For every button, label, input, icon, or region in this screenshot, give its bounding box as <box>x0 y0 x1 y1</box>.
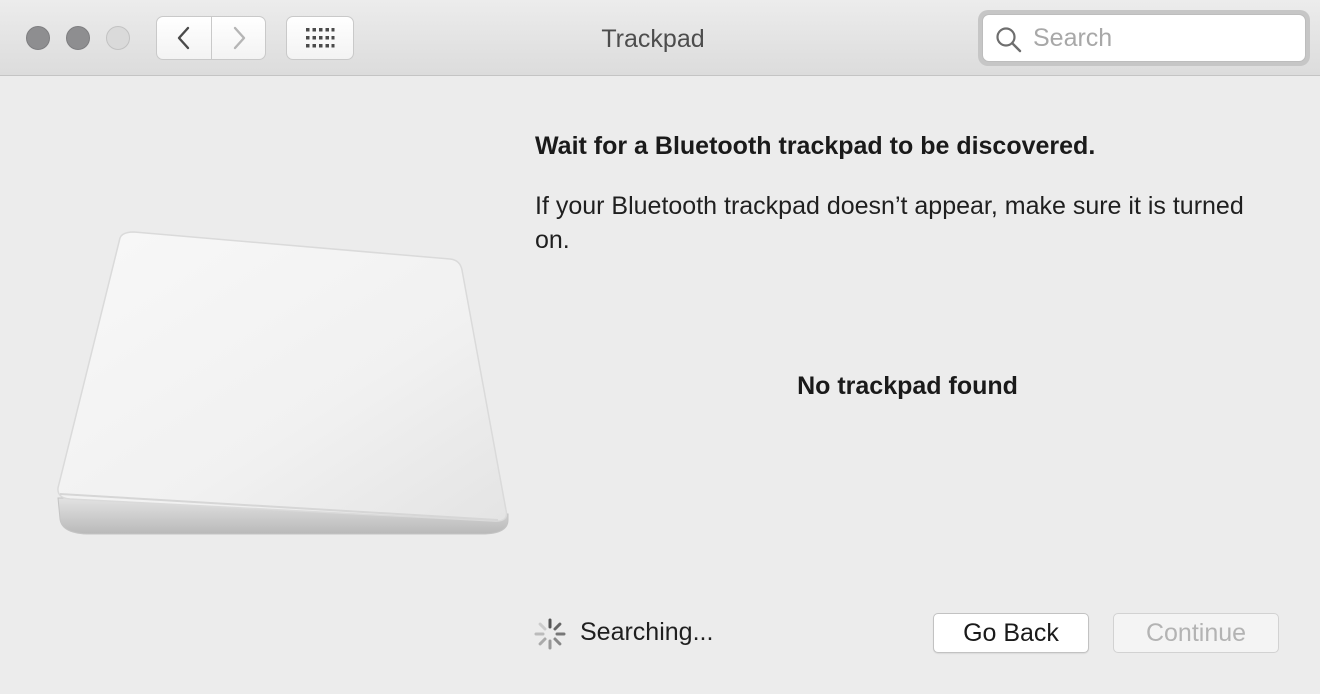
trackpad-image <box>57 231 509 535</box>
instruction-text: If your Bluetooth trackpad doesn’t appea… <box>535 192 1244 254</box>
spinner-icon <box>534 618 566 650</box>
search-field[interactable] <box>982 14 1306 62</box>
title-bar: Trackpad <box>0 0 1320 76</box>
instruction-heading: Wait for a Bluetooth trackpad to be disc… <box>535 132 1096 160</box>
go-back-button[interactable]: Go Back <box>933 613 1089 653</box>
continue-button[interactable]: Continue <box>1113 613 1279 653</box>
searching-label: Searching... <box>580 618 714 646</box>
search-input[interactable] <box>1033 15 1293 61</box>
search-field-wrapper <box>978 10 1310 66</box>
discovery-status: No trackpad found <box>797 372 1018 400</box>
search-icon <box>996 27 1022 53</box>
